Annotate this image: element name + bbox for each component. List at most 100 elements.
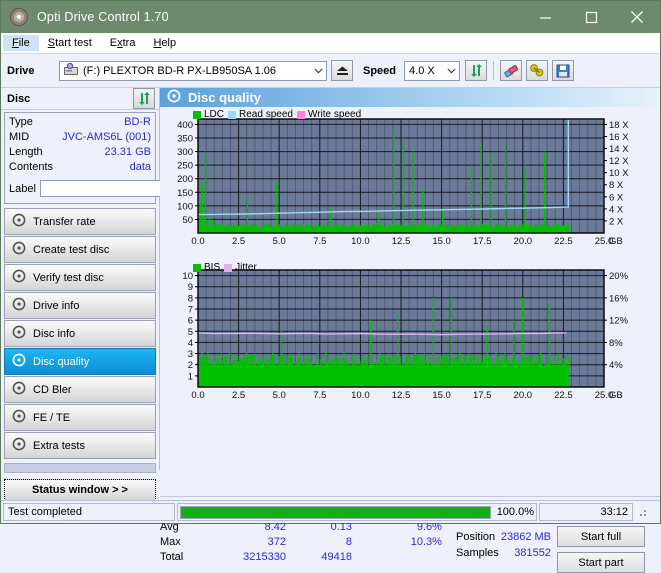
svg-text:4: 4 [188,338,193,349]
svg-text:2 X: 2 X [609,216,624,227]
table-row: Max 372 8 10.3% [160,535,446,550]
readout-position-label: Position [456,529,495,545]
readout-position-row: Position 23862 MB [456,529,551,545]
bis-chart-legend: BIS Jitter [193,262,257,273]
svg-text:8: 8 [188,293,193,304]
sidebar-item-fe-te[interactable]: FE / TE [4,404,156,431]
disc-refresh-button[interactable] [133,88,155,109]
legend-item-write-speed: Write speed [297,109,361,120]
start-part-button[interactable]: Start part [557,552,645,573]
sidebar-item-label: Disc info [33,328,75,340]
menu-start-test[interactable]: Start test [39,35,101,51]
svg-text:7.5: 7.5 [313,390,326,401]
disc-field-length-key: Length [9,145,43,160]
resize-grip[interactable] [636,506,648,518]
legend-label-read-speed: Read speed [239,109,293,120]
svg-text:16%: 16% [609,293,629,304]
stats-row-total-jitter [392,550,446,565]
svg-text:GB: GB [609,236,623,247]
drive-value: (F:) PLEXTOR BD-R PX-LB950SA 1.06 [83,65,276,77]
sidebar-item-transfer-rate[interactable]: Transfer rate [4,208,156,235]
speed-value: 4.0 X [405,65,443,77]
sidebar-item-label: Verify test disc [33,272,104,284]
menu-help[interactable]: Help [144,35,185,51]
sidebar-item-disc-info[interactable]: Disc info [4,320,156,347]
disc-field-mid-key: MID [9,130,29,145]
svg-text:200: 200 [177,174,193,185]
status-bar: Test completed 100.0% 33:12 [1,500,660,523]
legend-label-bis: BIS [204,262,220,273]
svg-text:22.5: 22.5 [554,390,573,401]
disc-icon [12,241,26,258]
sidebar-item-cd-bler[interactable]: CD Bler [4,376,156,403]
svg-text:100: 100 [177,201,193,212]
bis-chart[interactable]: 12345678910 4% 8% 12% 16% 20% 0.0 2.5 5.0 7.5 10.0… [160,254,658,410]
disc-field-contents-key: Contents [9,160,53,175]
svg-text:22.5: 22.5 [554,236,573,247]
svg-text:300: 300 [177,147,193,158]
legend-swatch-read-speed [228,111,236,119]
erase-button[interactable] [500,60,522,81]
svg-text:15.0: 15.0 [432,390,451,401]
drive-select[interactable]: (F:) PLEXTOR BD-R PX-LB950SA 1.06 [59,61,327,81]
legend-item-read-speed: Read speed [228,109,293,120]
readout-position-value: 23862 MB [501,529,551,545]
svg-text:2.5: 2.5 [232,236,245,247]
minimize-button[interactable] [522,1,568,33]
readout-samples-label: Samples [456,545,499,561]
charts-area: LDC Read speed Write speed 50 100 150 200 25… [160,107,660,410]
disc-icon [12,409,26,426]
sidebar-item-extra-tests[interactable]: Extra tests [4,432,156,459]
svg-text:0.0: 0.0 [191,236,204,247]
disc-field-type-key: Type [9,115,33,130]
svg-text:15.0: 15.0 [432,236,451,247]
start-full-button[interactable]: Start full [557,526,645,547]
svg-text:7.5: 7.5 [313,236,326,247]
disc-icon [12,437,26,454]
progress-fill [181,507,490,518]
drive-toolbar: Drive (F:) PLEXTOR BD-R PX-LB950SA 1.06 … [1,54,660,88]
disc-info-box: Type BD-R MID JVC-AMS6L (001) Length 23.… [4,112,156,204]
disc-label-key: Label [9,183,36,195]
readout-samples-value: 381552 [514,545,551,561]
svg-text:12.5: 12.5 [392,236,411,247]
eject-button[interactable] [331,60,353,81]
elapsed-time: 33:12 [539,503,633,521]
svg-text:10.0: 10.0 [351,390,370,401]
refresh-button[interactable] [465,60,487,81]
svg-text:20.0: 20.0 [514,236,533,247]
close-button[interactable] [614,1,660,33]
svg-text:2: 2 [188,360,193,371]
save-button[interactable] [552,60,574,81]
ldc-chart[interactable]: 501001502002503003504002 X4 X6 X8 X10 X1… [160,107,658,254]
svg-text:350: 350 [177,134,193,145]
sidebar-item-label: CD Bler [33,384,72,396]
menu-file[interactable]: File [3,35,39,51]
tools-button[interactable] [526,60,548,81]
window-controls [522,1,660,33]
sidebar-item-verify-test-disc[interactable]: Verify test disc [4,264,156,291]
disc-field-length: Length 23.31 GB [9,145,151,160]
svg-text:9: 9 [188,282,193,293]
menu-extra[interactable]: Extra [101,35,145,51]
sidebar-item-disc-quality[interactable]: Disc quality [4,348,156,375]
speed-select[interactable]: 4.0 X [404,61,460,81]
status-window-button[interactable]: Status window > > [4,479,156,501]
legend-item-ldc: LDC [193,109,224,120]
sidebar-item-drive-info[interactable]: Drive info [4,292,156,319]
disc-field-contents-value: data [130,160,151,175]
progress-percent: 100.0% [497,506,534,518]
chevron-down-icon [310,68,326,74]
svg-text:18 X: 18 X [609,120,629,131]
svg-text:12%: 12% [609,316,629,327]
maximize-button[interactable] [568,1,614,33]
svg-text:10: 10 [182,271,193,282]
legend-swatch-bis [193,264,201,272]
svg-text:8 X: 8 X [609,180,624,191]
svg-text:17.5: 17.5 [473,236,492,247]
sidebar-item-create-test-disc[interactable]: Create test disc [4,236,156,263]
disc-field-type-value: BD-R [124,115,151,130]
legend-swatch-ldc [193,111,201,119]
sidebar-item-label: Drive info [33,300,79,312]
stats-row-max-label: Max [160,535,212,550]
